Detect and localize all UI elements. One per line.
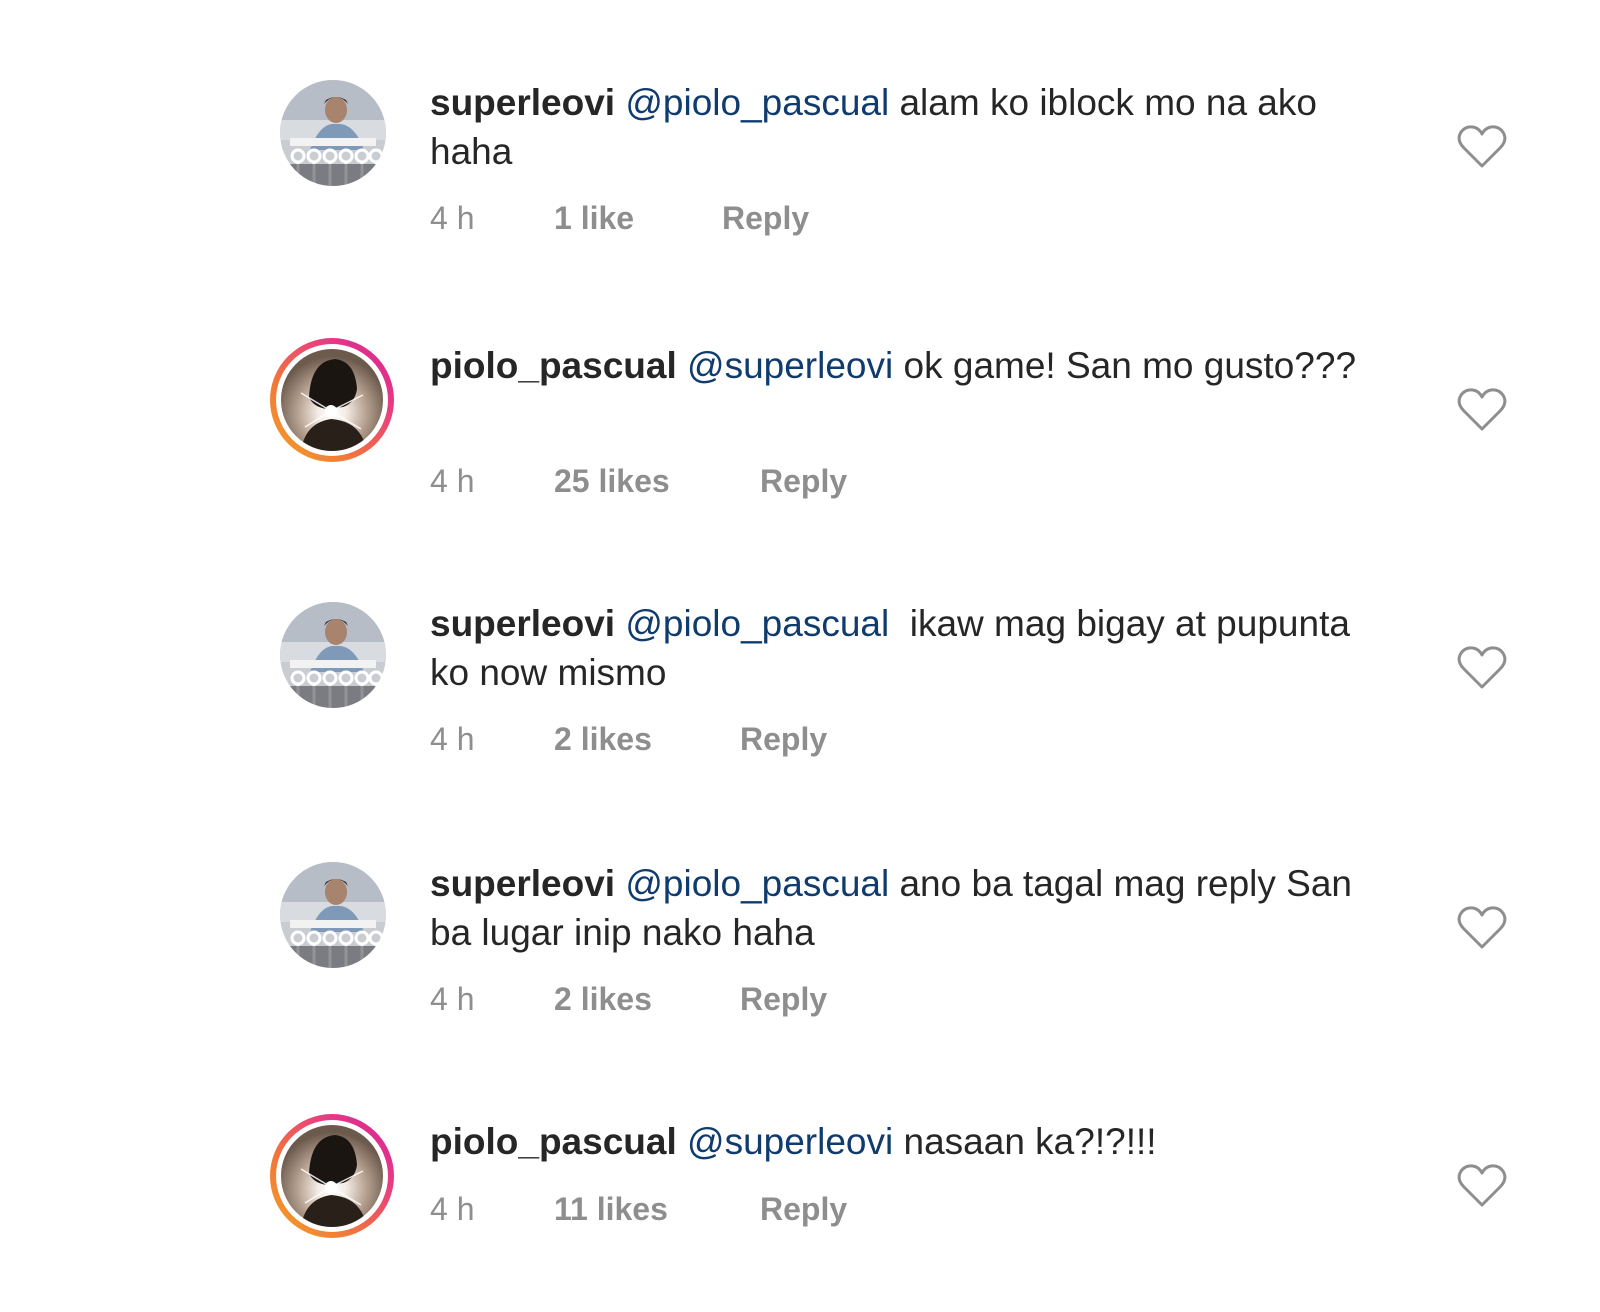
- comment-time: 4 h: [430, 200, 475, 236]
- comment-mention[interactable]: @piolo_pascual: [625, 603, 889, 644]
- like-heart-icon[interactable]: [1456, 387, 1508, 433]
- reply-button[interactable]: Reply: [760, 1189, 847, 1229]
- comment-username[interactable]: superleovi: [430, 863, 615, 904]
- reply-button[interactable]: Reply: [722, 198, 809, 238]
- avatar[interactable]: [280, 602, 386, 708]
- avatar[interactable]: [270, 1114, 394, 1238]
- comment-meta: 4 h 2 likes Reply: [430, 719, 827, 759]
- comment-text: superleovi @piolo_pascual alam ko iblock…: [430, 78, 1370, 176]
- comment-likes[interactable]: 2 likes: [554, 719, 740, 759]
- comment-time: 4 h: [430, 721, 475, 757]
- comment-text: superleovi @piolo_pascual ano ba tagal m…: [430, 859, 1370, 957]
- reply-button[interactable]: Reply: [740, 979, 827, 1019]
- comment-meta: 4 h 11 likes Reply: [430, 1189, 847, 1229]
- reply-button[interactable]: Reply: [760, 461, 847, 501]
- comment-time: 4 h: [430, 463, 475, 499]
- comment-meta: 4 h 2 likes Reply: [430, 979, 827, 1019]
- like-heart-icon[interactable]: [1456, 124, 1508, 170]
- comment-username[interactable]: superleovi: [430, 603, 615, 644]
- comment-mention[interactable]: @superleovi: [687, 1121, 893, 1162]
- comment-mention[interactable]: @superleovi: [687, 345, 893, 386]
- like-heart-icon[interactable]: [1456, 645, 1508, 691]
- comment-text: piolo_pascual @superleovi nasaan ka?!?!!…: [430, 1117, 1370, 1166]
- avatar[interactable]: [270, 338, 394, 462]
- comment-username[interactable]: piolo_pascual: [430, 345, 677, 386]
- comment-time: 4 h: [430, 1191, 475, 1227]
- comment-likes[interactable]: 2 likes: [554, 979, 740, 1019]
- comment-time: 4 h: [430, 981, 475, 1017]
- reply-button[interactable]: Reply: [740, 719, 827, 759]
- like-heart-icon[interactable]: [1456, 905, 1508, 951]
- comment-meta: 4 h 25 likes Reply: [430, 461, 847, 501]
- comment-username[interactable]: superleovi: [430, 82, 615, 123]
- comment-mention[interactable]: @piolo_pascual: [625, 863, 889, 904]
- avatar[interactable]: [280, 862, 386, 968]
- comment-mention[interactable]: @piolo_pascual: [625, 82, 889, 123]
- comment-likes[interactable]: 11 likes: [554, 1189, 760, 1229]
- comment-body: ok game! San mo gusto???: [893, 345, 1357, 386]
- like-heart-icon[interactable]: [1456, 1163, 1508, 1209]
- avatar[interactable]: [280, 80, 386, 186]
- comment-username[interactable]: piolo_pascual: [430, 1121, 677, 1162]
- comment-likes[interactable]: 25 likes: [554, 461, 760, 501]
- comment-meta: 4 h 1 like Reply: [430, 198, 809, 238]
- comment-likes[interactable]: 1 like: [554, 198, 722, 238]
- comment-text: piolo_pascual @superleovi ok game! San m…: [430, 341, 1370, 390]
- comment-text: superleovi @piolo_pascual ikaw mag bigay…: [430, 599, 1370, 697]
- comment-body: nasaan ka?!?!!!: [893, 1121, 1157, 1162]
